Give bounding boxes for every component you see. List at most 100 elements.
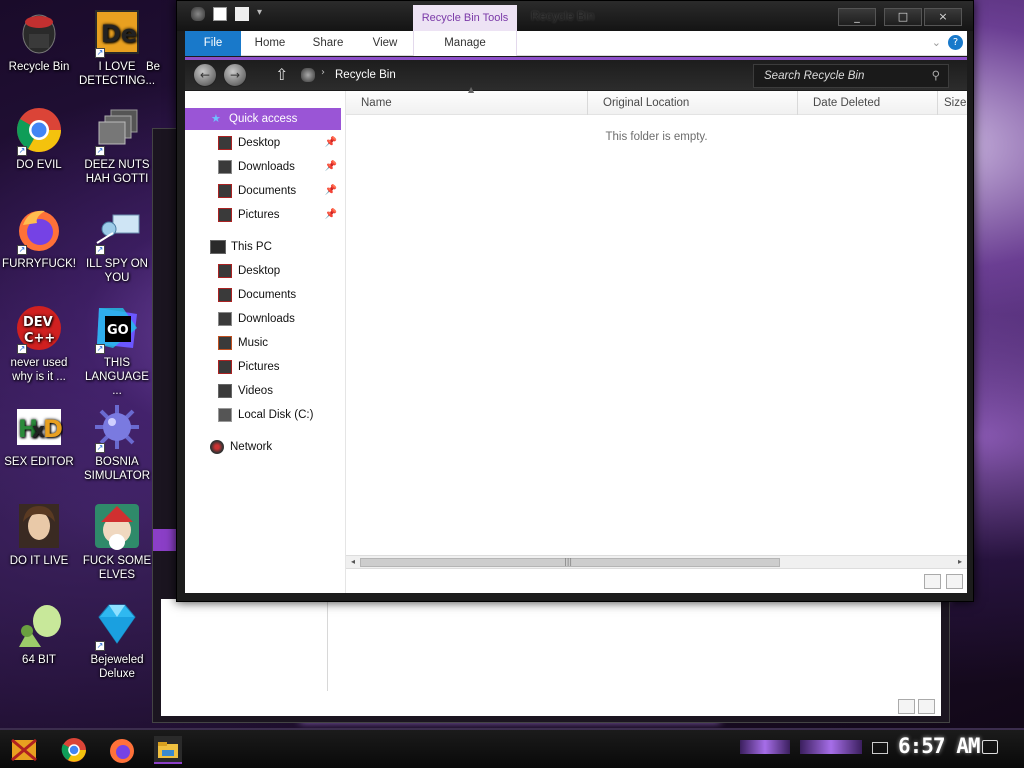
nav-quick-pictures[interactable]: Pictures 📌 <box>185 204 341 226</box>
scroll-right-icon[interactable]: ▸ <box>953 556 967 568</box>
network-tray-icon[interactable] <box>872 742 888 754</box>
pin-icon[interactable]: 📌 <box>325 156 337 178</box>
chevron-down-icon[interactable]: ▾ <box>257 7 267 21</box>
desktop-icon-doitlive[interactable]: DO IT LIVE <box>1 502 77 568</box>
desktop-icon-recycle-bin[interactable]: Recycle Bin <box>1 8 77 74</box>
desktop-icon-bejeweled[interactable]: ↗ Bejeweled Deluxe <box>79 601 155 681</box>
nav-quick-documents[interactable]: Documents 📌 <box>185 180 341 202</box>
desktop-icon-detective[interactable]: De ↗ I LOVE DETECTING... <box>79 8 155 88</box>
nav-label: Quick access <box>229 113 298 125</box>
nav-pc-local-disk[interactable]: Local Disk (C:) <box>185 404 341 426</box>
forward-button[interactable]: → <box>223 63 247 87</box>
nav-pc-videos[interactable]: Videos <box>185 380 341 402</box>
nav-network[interactable]: Network <box>185 436 341 458</box>
svg-text:DEV: DEV <box>23 315 53 330</box>
nav-pc-desktop[interactable]: Desktop <box>185 260 341 282</box>
pin-icon[interactable]: 📌 <box>325 180 337 202</box>
column-original-location[interactable]: Original Location <box>588 91 798 115</box>
tab-share[interactable]: Share <box>303 31 353 56</box>
taskbar-accent <box>800 740 862 754</box>
tab-home[interactable]: Home <box>245 31 295 56</box>
desktop-icon-goland[interactable]: GO ↗ THIS LANGUAGE ... <box>79 304 155 398</box>
desktop-icon-devcpp[interactable]: DEV C++ ↗ never used why is it ... <box>1 304 77 384</box>
pin-icon[interactable]: 📌 <box>325 204 337 226</box>
nav-label: Music <box>238 337 269 349</box>
desktop-icon-deez[interactable]: ↗ DEEZ NUTS HAH GOTTI <box>79 106 155 186</box>
title-bar[interactable]: ▾ Recycle Bin Tools Recycle Bin _ □ × <box>177 1 973 31</box>
partial-icon <box>146 8 176 56</box>
back-button[interactable]: ← <box>193 63 217 87</box>
desktop-icon-label: 64 BIT <box>22 654 56 666</box>
videos-folder-icon <box>218 384 232 398</box>
desktop-icon-partial[interactable]: Be <box>146 8 176 74</box>
svg-text:C++: C++ <box>24 331 55 346</box>
tab-manage[interactable]: Manage <box>413 31 517 56</box>
expand-ribbon-icon[interactable]: ⌄ <box>932 36 941 49</box>
large-icons-view-button[interactable] <box>946 574 963 589</box>
nav-label: Pictures <box>238 209 280 221</box>
taskbar-chrome-icon[interactable] <box>60 736 88 764</box>
tab-file[interactable]: File <box>185 31 241 56</box>
mine-icon: ↗ <box>93 403 141 453</box>
svg-text:De: De <box>101 20 137 48</box>
details-view-button[interactable] <box>924 574 941 589</box>
nav-quick-desktop[interactable]: Desktop 📌 <box>185 132 341 154</box>
breadcrumb-chevron-icon[interactable]: › <box>321 67 325 78</box>
windows-stack-icon: ↗ <box>93 106 141 156</box>
gem-character-icon <box>15 601 63 649</box>
nav-label: Pictures <box>238 361 280 373</box>
desktop-icon-label: BOSNIA SIMULATOR <box>83 456 151 482</box>
start-button[interactable] <box>10 736 38 764</box>
nav-pc-documents[interactable]: Documents <box>185 284 341 306</box>
taskbar-accent <box>740 740 790 754</box>
pictures-folder-icon <box>218 360 232 374</box>
close-button[interactable]: × <box>924 8 962 26</box>
tab-view[interactable]: View <box>360 31 410 56</box>
large-icons-view-button[interactable] <box>918 699 935 714</box>
taskbar-file-explorer-icon[interactable] <box>154 736 182 764</box>
column-size[interactable]: Size <box>938 91 978 115</box>
column-header-row: Name ▲ Original Location Date Deleted Si… <box>346 85 967 115</box>
column-date-deleted[interactable]: Date Deleted <box>798 91 938 115</box>
desktop-icon-firefox[interactable]: ↗ FURRYFUCK! <box>1 205 77 271</box>
desktop-icon-bosnia[interactable]: ↗ BOSNIA SIMULATOR <box>79 403 155 483</box>
pictures-folder-icon <box>218 208 232 222</box>
downloads-folder-icon <box>218 160 232 174</box>
taskbar-firefox-icon[interactable] <box>108 736 136 764</box>
shortcut-arrow-icon: ↗ <box>95 443 105 453</box>
desktop-icon-chrome[interactable]: ↗ DO EVIL <box>1 106 77 172</box>
maximize-button[interactable]: □ <box>884 8 922 26</box>
search-input[interactable]: Search Recycle Bin ⚲ <box>753 64 949 88</box>
recycle-bin-small-icon <box>191 7 205 21</box>
recycle-bin-tools-tab[interactable]: Recycle Bin Tools <box>413 5 517 31</box>
scroll-left-icon[interactable]: ◂ <box>346 556 360 568</box>
star-icon: ★ <box>211 113 221 125</box>
column-name[interactable]: Name <box>346 91 588 115</box>
address-path[interactable]: Recycle Bin <box>335 69 396 81</box>
new-folder-icon[interactable] <box>235 7 249 21</box>
help-icon[interactable]: ? <box>948 35 963 50</box>
desktop-icon-hxd[interactable]: HxD SEX EDITOR <box>1 403 77 469</box>
desktop-icon-label: FUCK SOME ELVES <box>82 555 152 581</box>
desktop-icon-label: Be <box>146 61 161 73</box>
nav-pc-pictures[interactable]: Pictures <box>185 356 341 378</box>
nav-this-pc[interactable]: This PC <box>185 236 341 258</box>
notifications-icon[interactable] <box>982 740 998 754</box>
taskbar-clock[interactable]: 6:57 AM <box>898 734 981 758</box>
details-view-button[interactable] <box>898 699 915 714</box>
background-window-divider <box>327 599 328 691</box>
properties-icon[interactable] <box>213 7 227 21</box>
pin-icon[interactable]: 📌 <box>325 132 337 154</box>
minimize-button[interactable]: _ <box>838 8 876 26</box>
nav-pc-downloads[interactable]: Downloads <box>185 308 341 330</box>
desktop-icon-spy[interactable]: ↗ ILL SPY ON YOU <box>79 205 155 285</box>
up-arrow-icon[interactable]: ⇧ <box>275 65 288 84</box>
nav-quick-downloads[interactable]: Downloads 📌 <box>185 156 341 178</box>
hxd-icon: HxD <box>15 403 63 451</box>
nav-quick-access[interactable]: ★ Quick access <box>185 108 341 130</box>
desktop-icon-elves[interactable]: FUCK SOME ELVES <box>79 502 155 582</box>
horizontal-scrollbar[interactable]: ◂ ||| ▸ <box>346 555 967 569</box>
desktop-icon-64bit[interactable]: 64 BIT <box>1 601 77 667</box>
svg-text:D: D <box>43 415 63 443</box>
nav-pc-music[interactable]: Music <box>185 332 341 354</box>
